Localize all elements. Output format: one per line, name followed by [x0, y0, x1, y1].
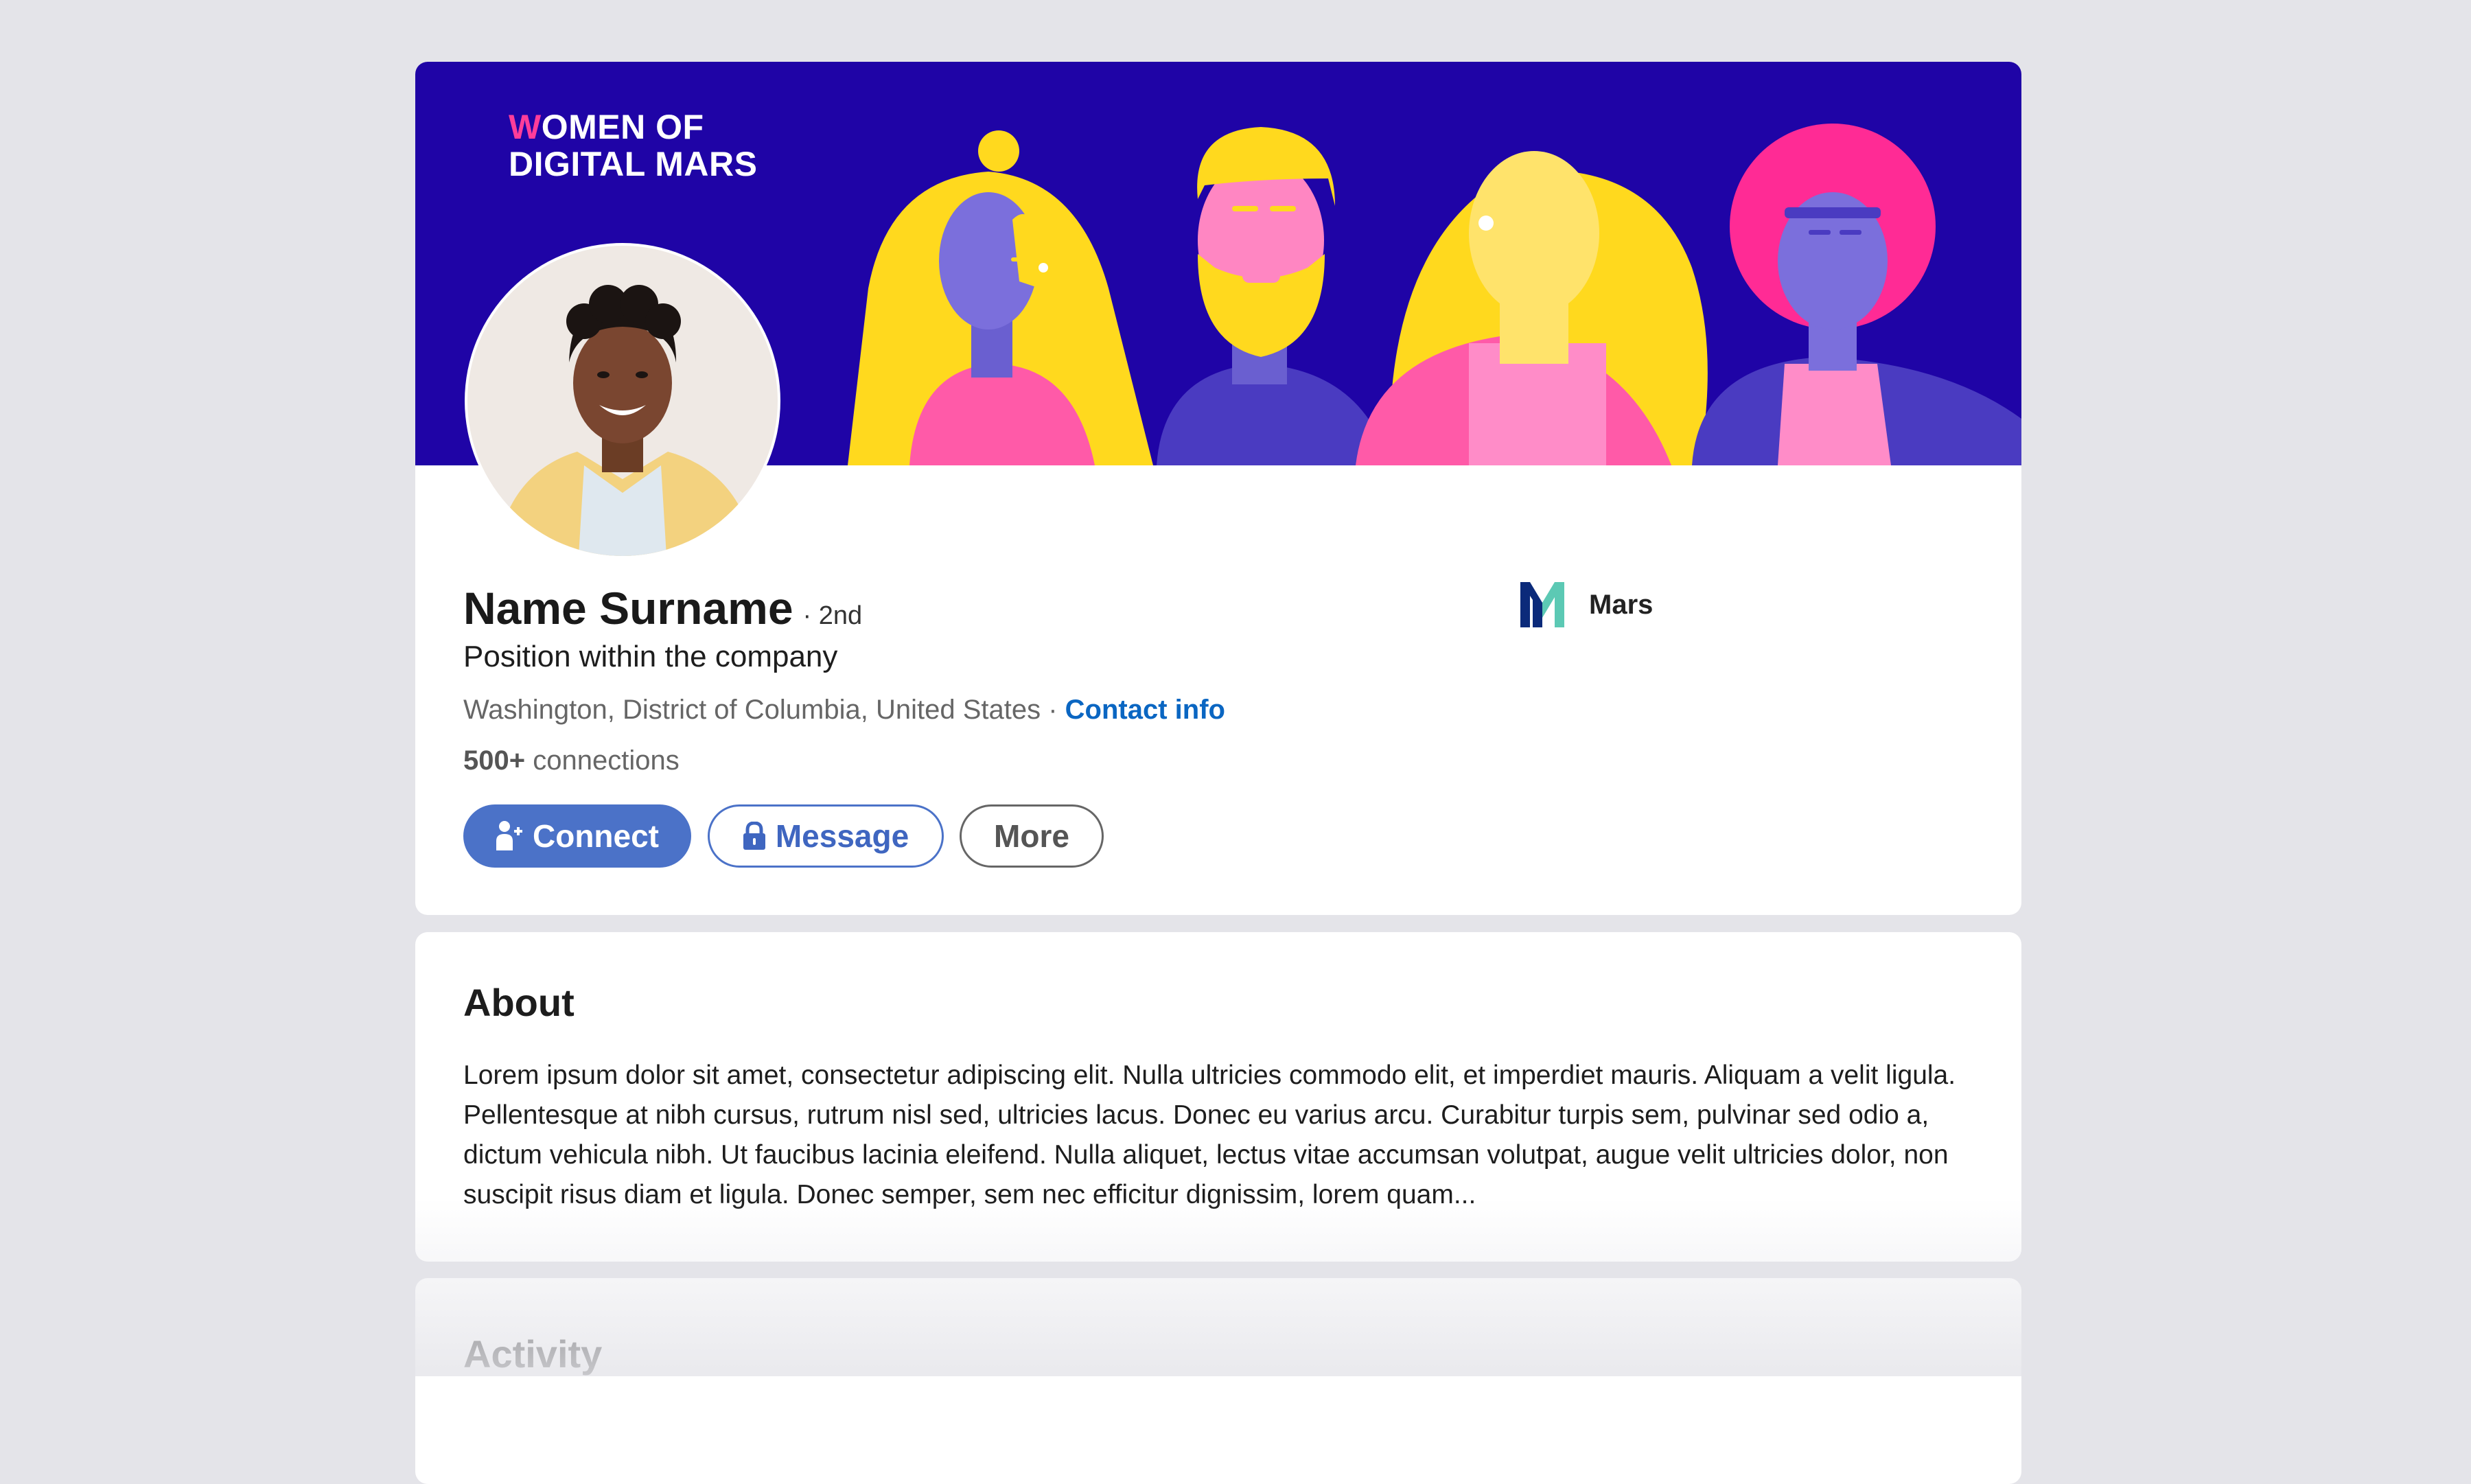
connect-button-label: Connect	[533, 818, 659, 854]
profile-position: Position within the company	[463, 640, 838, 673]
lock-icon	[743, 822, 765, 850]
current-company[interactable]: Mars	[1520, 582, 1653, 627]
add-person-icon	[496, 821, 522, 850]
activity-card: Activity	[415, 1278, 2021, 1484]
name-row: Name Surname · 2nd	[463, 582, 862, 634]
about-title: About	[463, 981, 575, 1024]
mars-m-logo-icon	[1520, 582, 1564, 627]
brand-logo-line2: DIGITAL MARS	[509, 145, 758, 183]
brand-logo-line1: OMEN OF	[541, 108, 704, 146]
profile-card: WOMEN OF DIGITAL MARS Name Surname · 2nd…	[415, 62, 2021, 915]
brand-logo: WOMEN OF DIGITAL MARS	[509, 108, 757, 183]
connections-number: 500+	[463, 745, 526, 776]
message-button[interactable]: Message	[708, 804, 944, 868]
about-card: About Lorem ipsum dolor sit amet, consec…	[415, 932, 2021, 1262]
profile-avatar[interactable]	[467, 246, 778, 556]
activity-title: Activity	[463, 1332, 603, 1376]
location-separator: ·	[1041, 695, 1065, 725]
avatar-photo	[467, 246, 778, 556]
brand-logo-w: W	[509, 108, 542, 146]
connection-degree: · 2nd	[802, 601, 863, 630]
company-name: Mars	[1589, 589, 1654, 620]
location-row: Washington, District of Columbia, United…	[463, 695, 1225, 726]
message-button-label: Message	[775, 818, 909, 854]
profile-location: Washington, District of Columbia, United…	[463, 695, 1041, 725]
connections-count[interactable]: 500+ connections	[463, 745, 680, 776]
profile-name: Name Surname	[463, 583, 793, 634]
more-button[interactable]: More	[960, 804, 1104, 868]
connections-label: connections	[525, 745, 680, 776]
about-text: Lorem ipsum dolor sit amet, consectetur …	[463, 1060, 1956, 1209]
connect-button[interactable]: Connect	[463, 804, 691, 868]
contact-info-link[interactable]: Contact info	[1065, 695, 1225, 725]
more-button-label: More	[994, 818, 1069, 854]
